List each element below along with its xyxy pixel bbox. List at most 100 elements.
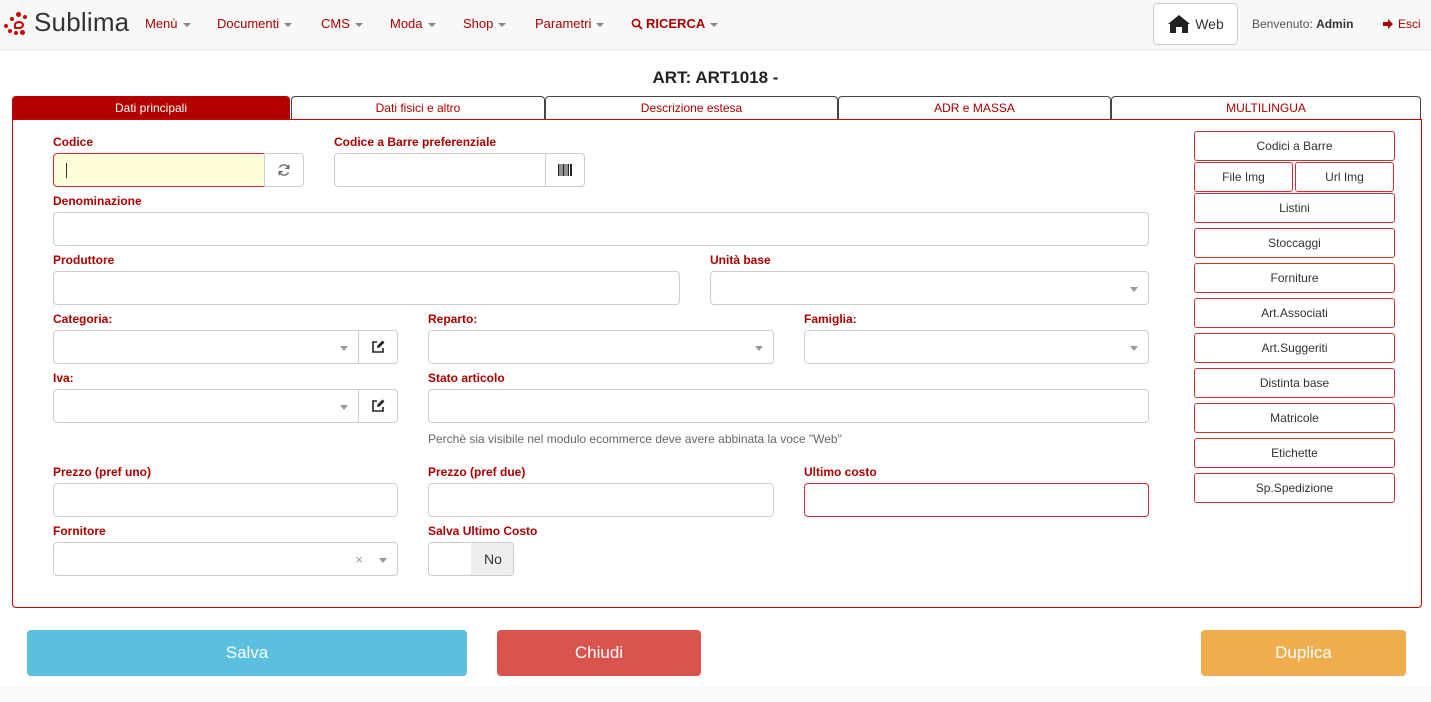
select-caret-icon (379, 558, 387, 563)
barcode-label: Codice a Barre preferenziale (334, 135, 497, 149)
ultimo-costo-label: Ultimo costo (804, 465, 877, 479)
chiudi-button[interactable]: Chiudi (497, 630, 701, 676)
forniture-button[interactable]: Forniture (1194, 263, 1395, 293)
select-caret-icon (1130, 346, 1138, 351)
welcome-prefix: Benvenuto: (1252, 17, 1313, 31)
art-suggeriti-button[interactable]: Art.Suggeriti (1194, 333, 1395, 363)
iva-select[interactable] (53, 389, 359, 423)
prezzo-due-label: Prezzo (pref due) (428, 465, 526, 479)
text-cursor (66, 163, 67, 178)
famiglia-select[interactable] (804, 330, 1149, 364)
tab-adr-massa[interactable]: ADR e MASSA (838, 96, 1111, 120)
stato-articolo-input[interactable] (428, 389, 1149, 423)
nav-cms[interactable]: CMS (321, 16, 363, 31)
barcode-icon (558, 164, 572, 176)
stato-articolo-hint: Perchè sia visibile nel modulo ecommerce… (428, 432, 842, 446)
file-img-button[interactable]: File Img (1194, 162, 1293, 192)
produttore-label: Produttore (53, 253, 115, 267)
tab-dati-fisici[interactable]: Dati fisici e altro (291, 96, 545, 120)
web-button[interactable]: Web (1153, 3, 1238, 45)
nav-moda[interactable]: Moda (390, 16, 436, 31)
select-caret-icon (340, 405, 348, 410)
refresh-code-button[interactable] (264, 153, 304, 187)
fornitore-select[interactable]: × (53, 542, 398, 576)
top-navbar: Sublima Menù Documenti CMS Moda Shop Par… (0, 0, 1431, 50)
listini-button[interactable]: Listini (1194, 193, 1395, 223)
reparto-label: Reparto: (428, 312, 478, 326)
nav-ricerca-label: RICERCA (646, 16, 706, 31)
categoria-label: Categoria: (53, 312, 113, 326)
famiglia-label: Famiglia: (804, 312, 857, 326)
tab-descrizione-estesa[interactable]: Descrizione estesa (545, 96, 838, 120)
nav-moda-label: Moda (390, 16, 423, 31)
caret-down-icon (710, 22, 719, 27)
caret-down-icon (182, 22, 191, 27)
sign-out-icon (1383, 19, 1393, 29)
codici-barre-button[interactable]: Codici a Barre (1194, 131, 1395, 161)
salva-ultimo-costo-toggle[interactable]: No (428, 542, 514, 576)
sublima-logo-icon (2, 9, 34, 37)
edit-categoria-button[interactable] (358, 330, 398, 364)
categoria-select[interactable] (53, 330, 359, 364)
salva-button[interactable]: Salva (27, 630, 467, 676)
refresh-icon (278, 164, 290, 176)
denominazione-input[interactable] (53, 212, 1149, 246)
sp-spedizione-button[interactable]: Sp.Spedizione (1194, 473, 1395, 503)
nav-shop[interactable]: Shop (463, 16, 507, 31)
welcome-user: Admin (1316, 17, 1354, 31)
duplica-button[interactable]: Duplica (1201, 630, 1406, 676)
reparto-select[interactable] (428, 330, 774, 364)
tab-multilingua[interactable]: MULTILINGUA (1111, 96, 1421, 120)
caret-down-icon (427, 22, 436, 27)
art-associati-button[interactable]: Art.Associati (1194, 298, 1395, 328)
brand[interactable]: Sublima (2, 7, 129, 38)
logout-label: Esci (1398, 17, 1421, 31)
edit-icon (372, 399, 385, 412)
produttore-input[interactable] (53, 271, 680, 305)
nav-shop-label: Shop (463, 16, 494, 31)
search-icon (631, 18, 643, 30)
nav-cms-label: CMS (321, 16, 350, 31)
barcode-button[interactable] (545, 153, 585, 187)
denominazione-label: Denominazione (53, 194, 142, 208)
stoccaggi-button[interactable]: Stoccaggi (1194, 228, 1395, 258)
unita-base-select[interactable] (710, 271, 1149, 305)
nav-documenti[interactable]: Documenti (217, 16, 293, 31)
unita-base-label: Unità base (710, 253, 771, 267)
clear-icon[interactable]: × (355, 552, 363, 567)
footer-strip (0, 686, 1431, 702)
fornitore-label: Fornitore (53, 524, 106, 538)
iva-label: Iva: (53, 371, 74, 385)
codice-input[interactable] (53, 153, 265, 187)
barcode-input[interactable] (334, 153, 546, 187)
nav-menu[interactable]: Menù (145, 16, 191, 31)
select-caret-icon (340, 346, 348, 351)
select-caret-icon (1130, 287, 1138, 292)
prezzo-uno-input[interactable] (53, 483, 398, 517)
etichette-button[interactable]: Etichette (1194, 438, 1395, 468)
ultimo-costo-input[interactable] (804, 483, 1149, 517)
page-title: ART: ART1018 - (652, 68, 779, 87)
caret-down-icon (354, 22, 363, 27)
caret-down-icon (596, 22, 605, 27)
stato-articolo-label: Stato articolo (428, 371, 505, 385)
web-button-label: Web (1195, 16, 1224, 32)
edit-icon (372, 340, 385, 353)
nav-parametri-label: Parametri (535, 16, 592, 31)
toggle-off-label: No (471, 543, 513, 575)
caret-down-icon (498, 22, 507, 27)
edit-iva-button[interactable] (358, 389, 398, 423)
logout-link[interactable]: Esci (1383, 17, 1421, 31)
brand-name: Sublima (34, 7, 130, 37)
nav-documenti-label: Documenti (217, 16, 280, 31)
home-icon (1168, 15, 1191, 33)
prezzo-due-input[interactable] (428, 483, 774, 517)
caret-down-icon (284, 22, 293, 27)
nav-ricerca[interactable]: RICERCA (631, 16, 719, 31)
codice-label: Codice (53, 135, 94, 149)
matricole-button[interactable]: Matricole (1194, 403, 1395, 433)
distinta-base-button[interactable]: Distinta base (1194, 368, 1395, 398)
tab-dati-principali[interactable]: Dati principali (12, 96, 290, 120)
nav-parametri[interactable]: Parametri (535, 16, 605, 31)
url-img-button[interactable]: Url Img (1295, 162, 1394, 192)
